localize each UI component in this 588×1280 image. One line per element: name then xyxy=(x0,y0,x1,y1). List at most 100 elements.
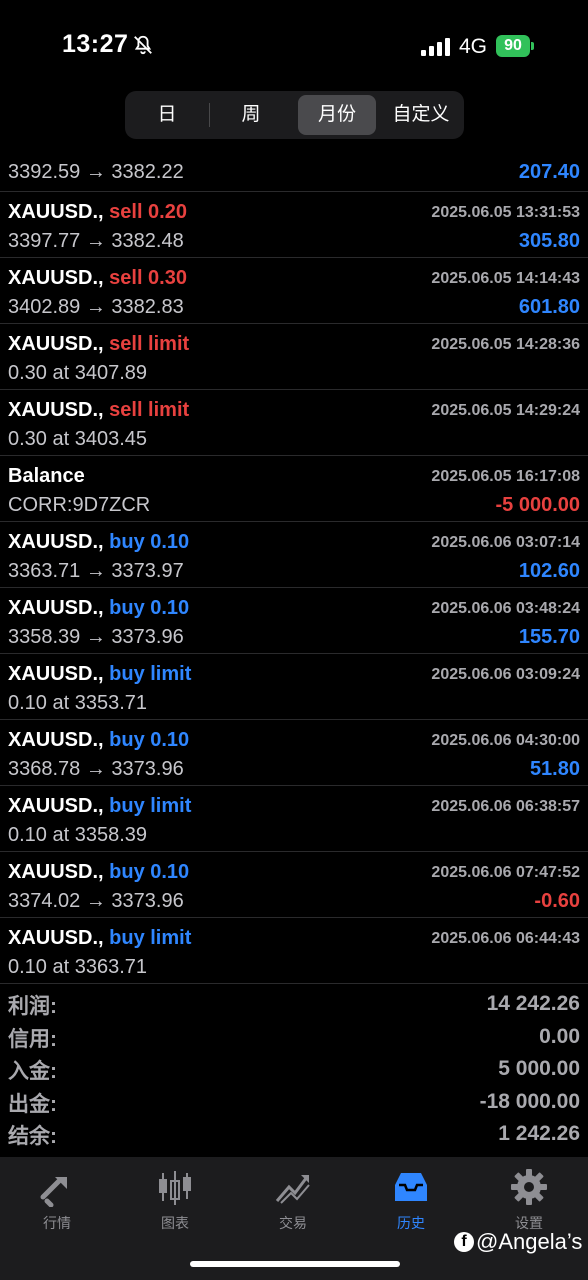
segment-divider xyxy=(209,103,210,127)
symbol-label: XAUUSD., xyxy=(8,861,104,883)
action-label: buy 0.10 xyxy=(109,597,190,619)
action-label: buy 0.10 xyxy=(109,729,190,751)
trade-date: 2025.06.05 14:29:24 xyxy=(431,402,580,419)
trade-date: 2025.06.05 14:14:43 xyxy=(431,270,580,287)
tab-history[interactable]: 历史 xyxy=(361,1167,461,1233)
summary-credit: 信用: 0.00 xyxy=(0,1021,588,1054)
list-item[interactable]: XAUUSD., buy 0.10 2025.06.06 03:48:24 3358… xyxy=(0,588,588,654)
home-indicator[interactable] xyxy=(190,1261,400,1267)
segment-week[interactable]: 周 xyxy=(213,95,289,135)
chart-icon xyxy=(159,1171,191,1205)
list-item[interactable]: XAUUSD., buy 0.10 2025.06.06 07:47:52 3374… xyxy=(0,852,588,918)
action-label: sell 0.30 xyxy=(109,267,187,289)
trade-date: 2025.06.06 03:07:14 xyxy=(431,534,580,551)
cellular-signal-icon xyxy=(421,38,450,56)
list-item-partial[interactable]: 3392.59 → 3382.22 207.40 xyxy=(0,149,588,192)
summary-value: 1 242.26 xyxy=(498,1122,580,1145)
trade-title: XAUUSD., sell 0.20 xyxy=(8,201,187,224)
symbol-label: XAUUSD., xyxy=(8,795,104,817)
trade-detail: 3368.78 → 3373.96 xyxy=(8,758,184,780)
trade-title: XAUUSD., buy limit xyxy=(8,927,191,950)
period-selector: 日 周 月份 自定义 xyxy=(125,91,464,139)
tab-settings[interactable]: 设置 xyxy=(479,1167,579,1233)
tab-label: 行情 xyxy=(43,1215,71,1231)
list-item[interactable]: XAUUSD., sell 0.30 2025.06.05 14:14:43 340… xyxy=(0,258,588,324)
list-item[interactable]: XAUUSD., buy 0.10 2025.06.06 03:07:14 3363… xyxy=(0,522,588,588)
summary-profit: 利润: 14 242.26 xyxy=(0,988,588,1021)
settings-icon xyxy=(511,1169,547,1205)
list-item[interactable]: XAUUSD., sell limit 2025.06.05 14:28:36 0.… xyxy=(0,324,588,390)
action-label: buy limit xyxy=(109,663,192,685)
list-item[interactable]: XAUUSD., buy limit 2025.06.06 06:44:43 0.1… xyxy=(0,918,588,984)
trade-date: 2025.06.06 03:09:24 xyxy=(431,666,580,683)
watermark: f @Angela’s xyxy=(454,1228,582,1254)
trade-detail: 0.30 at 3403.45 xyxy=(8,428,148,450)
trade-date: 2025.06.06 03:48:24 xyxy=(431,600,580,617)
profit-amount: 305.80 xyxy=(518,230,580,252)
list-item[interactable]: XAUUSD., sell limit 2025.06.05 14:29:24 0.… xyxy=(0,390,588,456)
trade-detail: 3397.77 → 3382.48 xyxy=(8,230,184,252)
symbol-label: XAUUSD., xyxy=(8,201,104,223)
profit-amount: 601.80 xyxy=(518,296,580,318)
trade-title: XAUUSD., buy limit xyxy=(8,795,191,818)
tab-chart[interactable]: 图表 xyxy=(125,1167,225,1233)
trade-date: 2025.06.06 07:47:52 xyxy=(431,864,580,881)
quotes-icon xyxy=(40,1177,67,1207)
list-item[interactable]: XAUUSD., buy 0.10 2025.06.06 04:30:00 3368… xyxy=(0,720,588,786)
action-label: sell 0.20 xyxy=(109,201,187,223)
action-label: sell limit xyxy=(109,333,190,355)
bell-muted-icon xyxy=(134,35,152,55)
trade-title: XAUUSD., buy limit xyxy=(8,663,191,686)
trade-detail: 3402.89 → 3382.83 xyxy=(8,296,184,318)
action-label: buy 0.10 xyxy=(109,531,190,553)
profit-amount: 102.60 xyxy=(518,560,580,582)
symbol-label: Balance xyxy=(8,465,85,487)
list-item[interactable]: XAUUSD., buy limit 2025.06.06 03:09:24 0.1… xyxy=(0,654,588,720)
trade-detail: CORR:9D7ZCR xyxy=(8,494,151,516)
summary-value: 0.00 xyxy=(539,1024,580,1048)
summary-value: -18 000.00 xyxy=(479,1089,580,1113)
tab-label: 历史 xyxy=(397,1215,425,1231)
summary-panel: 利润: 14 242.26 信用: 0.00 入金: 5 000.00 出金: -18 … xyxy=(0,988,588,1151)
battery-tip xyxy=(531,42,534,50)
summary-value: 14 242.26 xyxy=(486,992,580,1015)
trade-date: 2025.06.05 16:17:08 xyxy=(431,468,580,485)
trade-detail: 0.30 at 3407.89 xyxy=(8,362,148,384)
trade-title: XAUUSD., sell limit xyxy=(8,399,189,422)
history-icon xyxy=(395,1173,427,1201)
network-type: 4G xyxy=(459,35,488,58)
action-label: buy limit xyxy=(109,795,192,817)
segment-month[interactable]: 月份 xyxy=(298,95,376,135)
trade-title: XAUUSD., sell limit xyxy=(8,333,189,356)
list-item[interactable]: Balance 2025.06.05 16:17:08 CORR:9D7ZCR -5… xyxy=(0,456,588,522)
watermark-text: @Angela’s xyxy=(476,1229,583,1255)
list-item[interactable]: XAUUSD., sell 0.20 2025.06.05 13:31:53 339… xyxy=(0,192,588,258)
tab-trade[interactable]: 交易 xyxy=(243,1167,343,1233)
trade-date: 2025.06.06 06:38:57 xyxy=(431,798,580,815)
trade-title: XAUUSD., sell 0.30 xyxy=(8,267,187,290)
action-label: sell limit xyxy=(109,399,190,421)
summary-value: 5 000.00 xyxy=(498,1057,580,1080)
symbol-label: XAUUSD., xyxy=(8,729,104,751)
summary-label: 信用: xyxy=(8,1027,57,1051)
trade-date: 2025.06.06 06:44:43 xyxy=(431,930,580,947)
segment-day[interactable]: 日 xyxy=(129,95,205,135)
trade-detail: 0.10 at 3353.71 xyxy=(8,692,148,714)
tab-label: 图表 xyxy=(161,1215,189,1231)
trade-icon xyxy=(275,1175,310,1204)
status-bar: 13:27 4G 90 xyxy=(0,0,588,90)
trade-date: 2025.06.05 14:28:36 xyxy=(431,336,580,353)
clock-time: 13:27 xyxy=(62,30,129,58)
trade-detail: 0.10 at 3358.39 xyxy=(8,824,148,846)
tab-quotes[interactable]: 行情 xyxy=(7,1167,107,1233)
trade-title: XAUUSD., buy 0.10 xyxy=(8,861,189,884)
symbol-label: XAUUSD., xyxy=(8,531,104,553)
summary-label: 结余: xyxy=(8,1125,57,1148)
profit-amount: 207.40 xyxy=(518,161,580,183)
symbol-label: XAUUSD., xyxy=(8,597,104,619)
profit-amount: 155.70 xyxy=(518,626,580,648)
list-item[interactable]: XAUUSD., buy limit 2025.06.06 06:38:57 0.1… xyxy=(0,786,588,852)
trade-title: XAUUSD., buy 0.10 xyxy=(8,729,189,752)
summary-balance: 结余: 1 242.26 xyxy=(0,1118,588,1151)
segment-custom[interactable]: 自定义 xyxy=(382,95,460,135)
